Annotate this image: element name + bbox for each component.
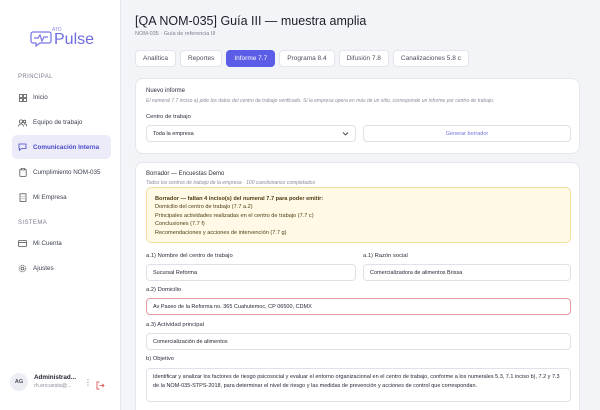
tab-programa-8-4[interactable]: Programa 8.4	[279, 50, 335, 67]
borrador-note: Todos los centros de trabajo de la empre…	[146, 180, 316, 186]
user-email: rh.encuesta@...	[34, 383, 72, 389]
sidebar-item-inicio[interactable]: Inicio	[12, 86, 111, 109]
sidebar: Pulse ATD PRINCIPAL Inicio Equipo de tra…	[0, 0, 121, 410]
warning-item: Recomendaciones y acciones de intervenci…	[155, 229, 287, 236]
tab-canalizaciones-5-8c[interactable]: Canalizaciones 5.8 c	[392, 50, 469, 67]
sidebar-item-ajustes[interactable]: Ajustes	[12, 257, 111, 280]
logo-sub: ATD	[52, 27, 62, 33]
building-icon	[18, 193, 27, 202]
actividad-label: a.3) Actividad principal	[146, 322, 204, 328]
tab-bar: Analítica Reportes Informe 7.7 Programa …	[135, 50, 473, 67]
tab-difusion-7-8[interactable]: Difusión 7.8	[338, 50, 389, 67]
warning-item: Conclusiones (7.7 f)	[155, 221, 205, 228]
generar-borrador-button[interactable]: Generar borrador	[363, 125, 571, 142]
page-subtitle: NOM-035 · Guía de referencia III	[135, 31, 216, 37]
user-info: Administrad... rh.encuesta@...	[34, 374, 76, 390]
chevron-down-icon	[342, 130, 349, 139]
more-vertical-icon[interactable]: ⋮	[84, 378, 92, 387]
grid-icon	[18, 93, 27, 102]
sidebar-item-nom035[interactable]: Cumplimiento NOM-035	[12, 161, 111, 184]
sidebar-item-mi-empresa[interactable]: Mi Empresa	[12, 186, 111, 209]
logout-icon[interactable]	[96, 377, 105, 395]
gear-icon	[18, 264, 27, 273]
centro-trabajo-select[interactable]: Toda la empresa	[146, 125, 356, 142]
borrador-card: Borrador — Encuestas Demo Todos los cent…	[135, 162, 580, 410]
warning-title: Borrador — faltan 4 inciso(s) del numera…	[155, 196, 324, 202]
page-title: [QA NOM-035] Guía III — muestra amplia	[135, 14, 367, 28]
sidebar-item-label: Comunicación Interna	[33, 143, 100, 151]
centro-trabajo-label: Centro de trabajo	[146, 114, 191, 120]
card-icon	[18, 239, 27, 248]
razon-social-input[interactable]: Comercializadora de alimentos Brissa	[363, 264, 571, 281]
nuevo-informe-title: Nuevo informe	[146, 88, 186, 94]
razon-social-label: a.1) Razón social	[363, 253, 408, 259]
nuevo-informe-card: Nuevo informe El numeral 7.7 inciso a) p…	[135, 78, 580, 154]
clipboard-icon	[18, 168, 27, 177]
sidebar-item-label: Inicio	[33, 94, 48, 101]
sidebar-item-label: Ajustes	[33, 265, 54, 272]
objetivo-textarea[interactable]: Identificar y analizar los factores de r…	[146, 368, 571, 402]
sidebar-item-mi-cuenta[interactable]: Mi Cuenta	[12, 232, 111, 255]
logo-text: Pulse	[54, 31, 95, 48]
chat-icon	[18, 143, 27, 152]
sidebar-item-label: Mi Cuenta	[33, 240, 62, 247]
warning-item: Domicilio del centro de trabajo (7.7 a.2…	[155, 204, 253, 211]
centro-trabajo-value: Toda la empresa	[153, 130, 194, 137]
sidebar-item-equipo[interactable]: Equipo de trabajo	[12, 111, 111, 134]
avatar[interactable]: AG	[10, 373, 28, 391]
users-icon	[18, 118, 27, 127]
sidebar-item-label: Equipo de trabajo	[33, 119, 83, 126]
sidebar-item-comunicacion[interactable]: Comunicación Interna	[12, 135, 111, 159]
razon-social-value: Comercializadora de alimentos Brissa	[370, 269, 463, 276]
nombre-centro-label: a.1) Nombre del centro de trabajo	[146, 253, 233, 259]
sidebar-item-label: Mi Empresa	[33, 194, 67, 201]
logo[interactable]: Pulse	[30, 28, 94, 48]
missing-fields-warning: Borrador — faltan 4 inciso(s) del numera…	[146, 187, 571, 243]
borrador-title: Borrador — Encuestas Demo	[146, 171, 225, 177]
pulse-logo-icon	[30, 28, 52, 48]
warning-item: Principales actividades realizadas en el…	[155, 212, 314, 219]
domicilio-input[interactable]: Av Paseo de la Reforma no. 365 Cuahutemo…	[146, 298, 571, 315]
section-principal: PRINCIPAL	[18, 74, 53, 80]
nombre-centro-input[interactable]: Sucursal Reforma	[146, 264, 356, 281]
user-name: Administrad...	[34, 374, 76, 381]
tab-reportes[interactable]: Reportes	[179, 50, 223, 67]
actividad-input[interactable]: Comercialización de alimentos	[146, 333, 571, 350]
domicilio-label: a.2) Domicilio	[146, 287, 182, 293]
user-box: AG Administrad... rh.encuesta@... ⋮	[10, 364, 111, 400]
nuevo-informe-note: El numeral 7.7 inciso a) pide los datos …	[146, 98, 495, 104]
tab-informe-7-7[interactable]: Informe 7.7	[226, 50, 276, 67]
section-sistema: SISTEMA	[18, 220, 48, 226]
tab-analitica[interactable]: Analítica	[135, 50, 176, 67]
objetivo-label: b) Objetivo	[146, 356, 175, 362]
sidebar-item-label: Cumplimiento NOM-035	[33, 169, 101, 176]
